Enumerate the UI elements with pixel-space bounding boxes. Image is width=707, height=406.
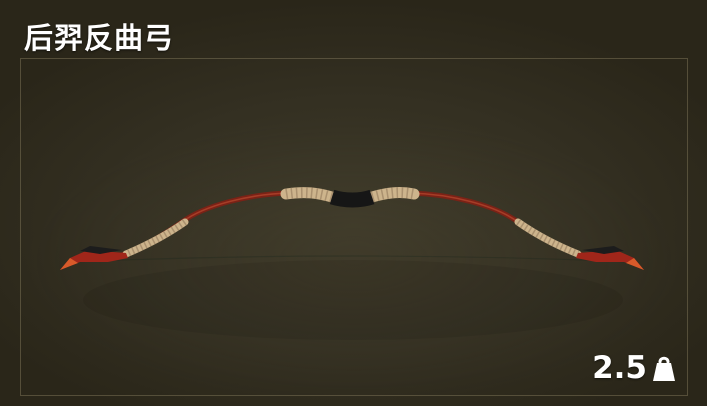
- weight-value: 2.5: [592, 350, 647, 386]
- recurve-bow-icon: [60, 187, 644, 340]
- kettlebell-weight-icon: [653, 356, 675, 381]
- bow-grip: [329, 189, 375, 208]
- weight-display: 2.5: [592, 348, 677, 388]
- bow-shadow: [83, 260, 623, 340]
